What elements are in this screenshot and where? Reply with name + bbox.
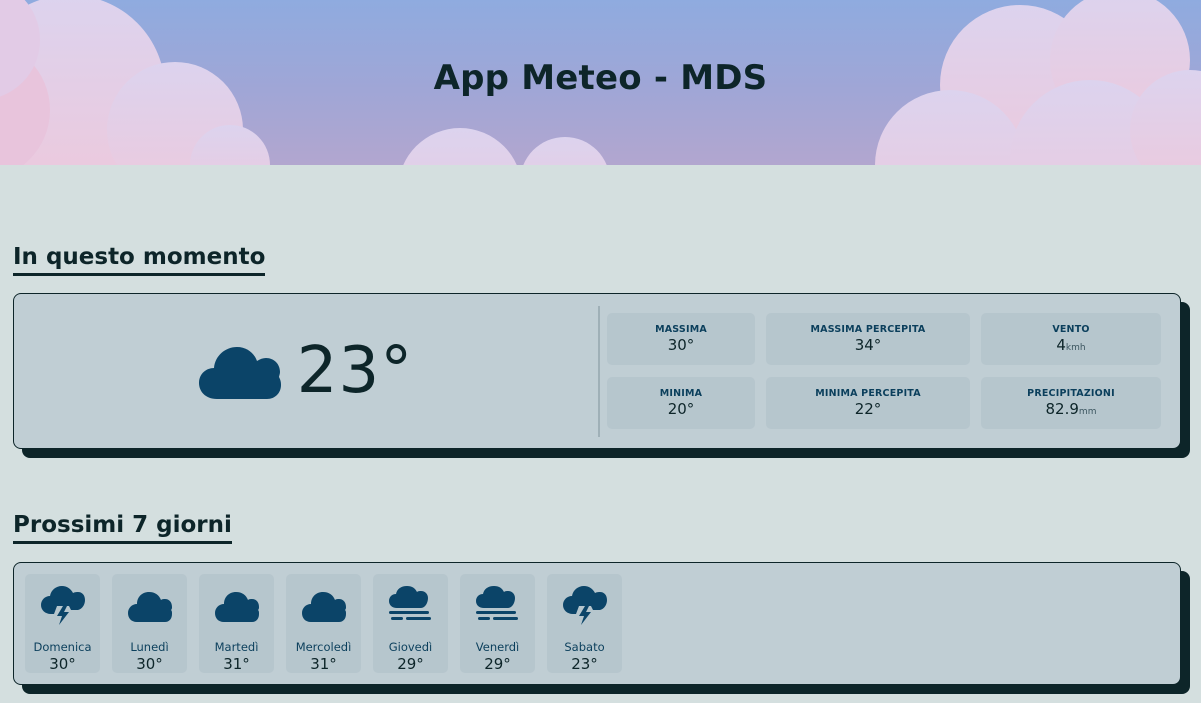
forecast-day[interactable]: Sabato 23° (547, 574, 622, 673)
stat-max-feels-value: 34° (854, 336, 882, 354)
forecast-day-temp: 31° (310, 655, 337, 673)
forecast-day[interactable]: Lunedì 30° (112, 574, 187, 673)
forecast-day[interactable]: Venerdì 29° (460, 574, 535, 673)
stat-wind-value: 4 (1056, 336, 1066, 354)
divider (598, 306, 600, 437)
stat-min-feels: MINIMA PERCEPITA 22° (766, 377, 970, 429)
app-title: App Meteo - MDS (433, 58, 768, 98)
stat-min-feels-value: 22° (854, 400, 882, 418)
current-summary: 23° (14, 294, 598, 448)
stat-max-value: 30° (667, 336, 695, 354)
forecast-day-name: Sabato (564, 640, 605, 654)
current-section-title: In questo momento (13, 244, 266, 276)
stat-precipitation-value: 82.9 (1045, 400, 1079, 418)
forecast-section-title: Prossimi 7 giorni (13, 512, 232, 544)
forecast-day-temp: 29° (397, 655, 424, 673)
forecast-day[interactable]: Giovedì 29° (373, 574, 448, 673)
cloud-icon (198, 347, 281, 399)
stat-precipitation-reading: 82.9mm (981, 400, 1161, 418)
forecast-day[interactable]: Mercoledì 31° (286, 574, 361, 673)
forecast-day-name: Mercoledì (295, 640, 352, 654)
stat-wind-label: VENTO (1052, 324, 1090, 335)
stat-min: MINIMA 20° (607, 377, 755, 429)
stat-min-feels-label: MINIMA PERCEPITA (815, 388, 921, 399)
fog-icon (476, 586, 518, 620)
forecast-day-temp: 31° (223, 655, 250, 673)
cloud-icon (302, 592, 346, 622)
stat-max-feels-label: MASSIMA PERCEPITA (810, 324, 926, 335)
fog-icon (389, 586, 431, 620)
stat-max: MASSIMA 30° (607, 313, 755, 365)
forecast-day-name: Lunedì (130, 640, 169, 654)
stat-precipitation-label: PRECIPITAZIONI (1027, 388, 1115, 399)
current-weather-card: 23° MASSIMA 30° MASSIMA PERCEPITA 34° VE… (13, 293, 1181, 449)
stat-precipitation: PRECIPITAZIONI 82.9mm (981, 377, 1161, 429)
forecast-day-name: Giovedì (388, 640, 433, 654)
thunderstorm-icon (41, 586, 85, 625)
stat-max-label: MASSIMA (655, 324, 707, 335)
current-temperature: 23° (296, 334, 414, 408)
forecast-day[interactable]: Martedì 31° (199, 574, 274, 673)
cloud-icon (215, 592, 259, 622)
forecast-day-name: Domenica (33, 640, 92, 654)
stat-min-label: MINIMA (659, 388, 703, 399)
stat-wind-unit: kmh (1065, 343, 1086, 353)
header-banner: App Meteo - MDS (0, 0, 1201, 165)
forecast-day-name: Martedì (214, 640, 259, 654)
forecast-day[interactable]: Domenica 30° (25, 574, 100, 673)
forecast-day-temp: 30° (49, 655, 76, 673)
stat-min-value: 20° (667, 400, 695, 418)
forecast-day-temp: 30° (136, 655, 163, 673)
forecast-card: Domenica 30° Lunedì 30° Martedì 31° Merc… (13, 562, 1181, 685)
stat-wind-reading: 4kmh (981, 336, 1161, 354)
forecast-day-name: Venerdì (475, 640, 520, 654)
stat-wind: VENTO 4kmh (981, 313, 1161, 365)
stat-precipitation-unit: mm (1078, 407, 1097, 417)
thunderstorm-icon (563, 586, 607, 625)
cloud-icon (128, 592, 172, 622)
forecast-day-temp: 29° (484, 655, 511, 673)
stat-max-feels: MASSIMA PERCEPITA 34° (766, 313, 970, 365)
forecast-day-temp: 23° (571, 655, 598, 673)
